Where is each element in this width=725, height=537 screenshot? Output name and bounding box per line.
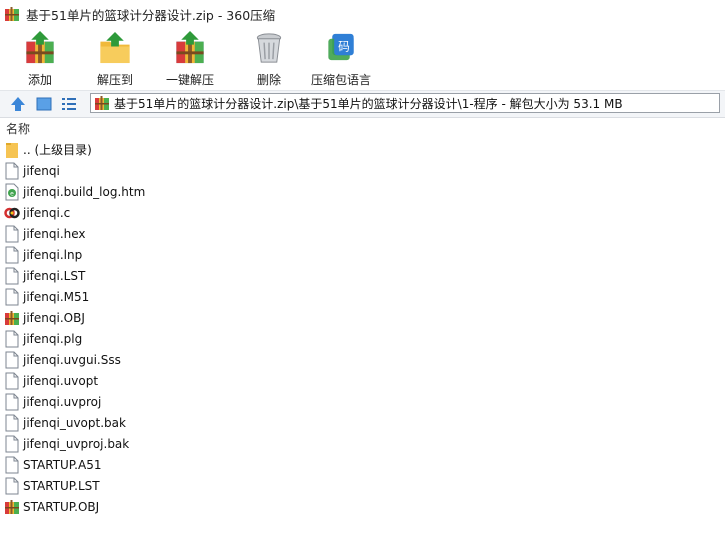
file-row[interactable]: jifenqi.c [0,202,400,223]
file-name: jifenqi_uvopt.bak [23,415,126,430]
address-path: 基于51单片的篮球计分器设计.zip\基于51单片的篮球计分器设计\1-程序 -… [114,96,623,111]
file-name: jifenqi_uvproj.bak [23,436,130,451]
file-name: jifenqi.uvopt [23,373,99,388]
file-row[interactable]: jifenqi.hex [0,223,400,244]
one-click-extract-icon [176,30,204,64]
delete-label: 删除 [256,73,281,87]
title-bar: 基于51单片的篮球计分器设计.zip - 360压缩 [0,0,725,28]
archive-language-button[interactable]: 码 压缩包语言 [311,28,371,88]
file-name: STARTUP.OBJ [23,499,100,514]
file-icon [5,372,19,389]
file-row[interactable]: jifenqi.plg [0,328,400,349]
one-click-extract-label: 一键解压 [166,73,215,87]
file-name: jifenqi.build_log.htm [23,184,146,199]
trash-icon [256,33,282,63]
file-icon [5,477,19,494]
file-icon [5,267,19,284]
extract-to-icon [100,31,130,64]
file-icon [5,288,19,305]
file-name: jifenqi.M51 [23,289,90,304]
file-row[interactable]: e jifenqi.build_log.htm [0,181,400,202]
archive-file-icon [5,499,19,514]
svg-text:e: e [10,190,14,197]
window-title: 基于51单片的篮球计分器设计.zip - 360压缩 [26,7,276,23]
archive-language-label: 压缩包语言 [311,73,372,87]
navigation-bar: 基于51单片的篮球计分器设计.zip\基于51单片的篮球计分器设计\1-程序 -… [0,90,725,118]
archive-language-icon: 码 [328,33,354,61]
file-icon [5,330,19,347]
file-name: jifenqi [23,163,60,178]
file-row[interactable]: jifenqi.uvopt [0,370,400,391]
file-row[interactable]: jifenqi.lnp [0,244,400,265]
add-label: 添加 [27,73,52,87]
html-file-icon: e [5,183,19,200]
view-large-icon[interactable] [35,95,53,113]
svg-text:码: 码 [338,39,350,53]
file-row[interactable]: jifenqi [0,160,400,181]
add-archive-icon [26,30,54,64]
file-row[interactable]: STARTUP.A51 [0,454,400,475]
one-click-extract-button[interactable]: 一键解压 [166,28,214,88]
file-name: jifenqi.plg [23,331,83,346]
file-row[interactable]: jifenqi.uvgui.Sss [0,349,400,370]
extract-to-button[interactable]: 解压到 [97,28,133,88]
file-name: jifenqi.LST [23,268,86,283]
file-icon [5,162,19,179]
file-icon [5,246,19,263]
file-row-parent[interactable]: .. (上级目录) [0,139,400,160]
extract-to-label: 解压到 [97,73,134,87]
file-icon [5,414,19,431]
column-header-name[interactable]: 名称 [6,120,30,137]
list-header: 名称 [0,118,725,138]
file-name: STARTUP.LST [23,478,100,493]
file-name: STARTUP.A51 [23,457,102,472]
file-row[interactable]: jifenqi.OBJ [0,307,400,328]
file-name: jifenqi.c [23,205,71,220]
c-source-icon [4,207,20,218]
file-row[interactable]: jifenqi_uvproj.bak [0,433,400,454]
archive-icon [5,7,19,21]
file-name: jifenqi.lnp [23,247,83,262]
file-name: jifenqi.hex [23,226,86,241]
file-icon [5,393,19,410]
file-row[interactable]: jifenqi.uvproj [0,391,400,412]
file-name: jifenqi.uvgui.Sss [23,352,121,367]
file-row[interactable]: jifenqi_uvopt.bak [0,412,400,433]
file-row[interactable]: jifenqi.LST [0,265,400,286]
file-name: jifenqi.OBJ [23,310,85,325]
archive-file-icon [5,310,19,325]
file-row[interactable]: jifenqi.M51 [0,286,400,307]
file-icon [5,351,19,368]
archive-icon [95,96,109,110]
delete-button[interactable]: 删除 [251,28,287,88]
file-icon [5,225,19,242]
file-name: jifenqi.uvproj [23,394,102,409]
file-row[interactable]: STARTUP.LST [0,475,400,496]
view-list-icon[interactable] [60,95,78,113]
file-icon [5,435,19,452]
address-bar[interactable]: 基于51单片的篮球计分器设计.zip\基于51单片的篮球计分器设计\1-程序 -… [90,93,720,113]
file-name: .. (上级目录) [23,143,92,157]
up-arrow-icon[interactable] [9,95,27,113]
file-row[interactable]: STARTUP.OBJ [0,496,400,517]
file-icon [5,456,19,473]
toolbar: 添加 解压到 一键解压 删除 码 压缩包语言 [0,28,725,90]
folder-icon [6,142,18,158]
add-button[interactable]: 添加 [22,28,58,88]
